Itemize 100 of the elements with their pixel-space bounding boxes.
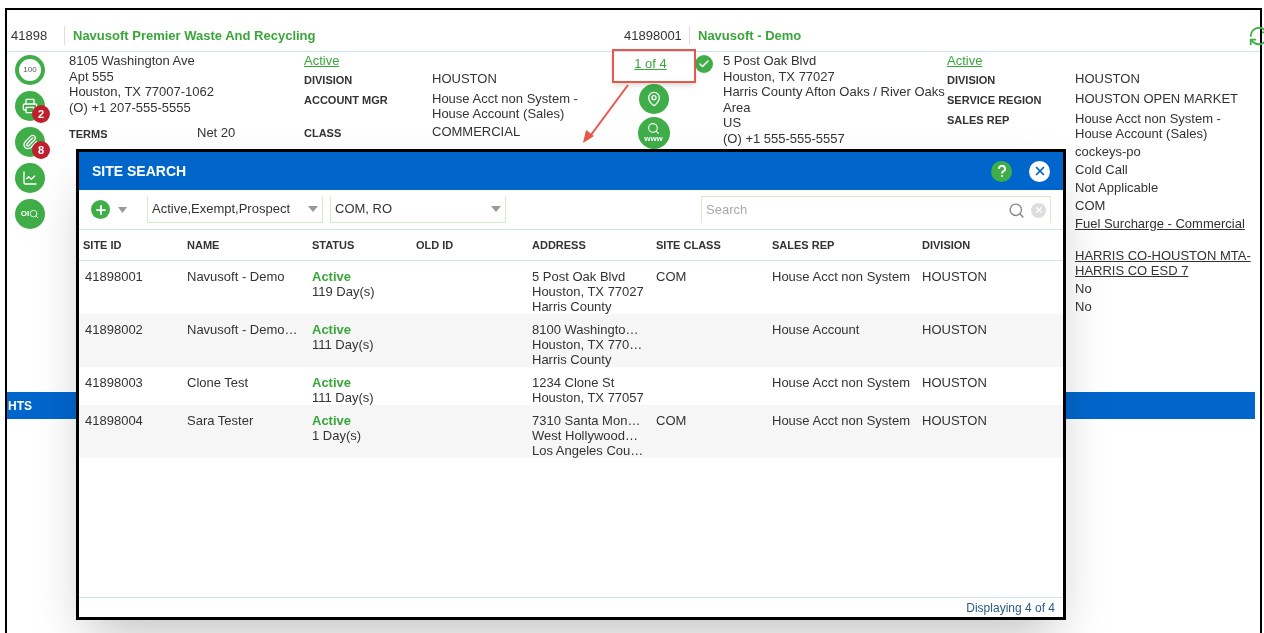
- close-icon[interactable]: [1029, 160, 1050, 182]
- map-icon[interactable]: [638, 83, 669, 114]
- table-cell: Navusoft - Demo…: [183, 313, 308, 367]
- status-text: Active: [312, 268, 353, 284]
- table-cell: Sara Tester: [183, 404, 308, 458]
- value-link[interactable]: Fuel Surcharge - Commercial: [1075, 216, 1255, 231]
- field-value: HOUSTON OPEN MARKET: [1075, 91, 1239, 106]
- table-cell: HOUSTON: [918, 313, 1063, 367]
- table-cell: HOUSTON: [918, 404, 1063, 458]
- field-label: CLASS: [304, 126, 343, 141]
- count-badge: 8: [32, 141, 50, 159]
- filter-dropdown[interactable]: COM, RO: [330, 196, 506, 223]
- site-row[interactable]: 41898003 Clone Test Active 111 Day(s) 1234 Clone St Houston, TX 77057 House Acct non System HOUSTON: [79, 366, 1063, 405]
- address-line: 8100 Washingto…: [532, 321, 640, 337]
- status-age: 119 Day(s): [312, 283, 376, 299]
- address-line: (O) +1 207-555-5555: [69, 99, 192, 115]
- field-value: House Acct non System - House Account (Sales): [1075, 111, 1222, 141]
- field-value: No: [1075, 281, 1093, 296]
- address-line: Houston, TX 77027: [723, 68, 836, 84]
- field-label: TERMS: [69, 127, 109, 142]
- address-line: Harris County: [532, 351, 613, 367]
- search-icon[interactable]: [1008, 201, 1025, 219]
- address-line: 5 Post Oak Blvd: [532, 268, 627, 284]
- field-value: cockeys-po: [1075, 144, 1142, 159]
- field-value: Net 20: [197, 125, 236, 142]
- filter-dropdown[interactable]: Active,Exempt,Prospect: [147, 196, 323, 223]
- table-cell: COM: [656, 412, 687, 428]
- field-value: COMMERCIAL: [432, 124, 522, 139]
- field-value: COM: [1075, 198, 1107, 213]
- address-line: (O) +1 555-555-5557: [723, 130, 846, 146]
- table-cell: 41898003: [79, 366, 183, 405]
- status-age: 111 Day(s): [312, 389, 375, 405]
- add-icon[interactable]: [91, 200, 110, 219]
- address-line: Houston, TX 77057: [532, 389, 645, 405]
- site-row[interactable]: 41898004 Sara Tester Active 1 Day(s) 7310 Santa Mon… West Hollywood… Los Angeles Cou… COM House Acct non System HOUSTON: [79, 404, 1063, 458]
- column-header[interactable]: STATUS: [308, 230, 412, 260]
- field-label: DIVISION: [304, 73, 354, 88]
- search-input[interactable]: Search: [706, 200, 1008, 220]
- address-line: US: [723, 115, 743, 131]
- field-label: DIVISION: [947, 73, 997, 88]
- field-label: SERVICE REGION: [947, 93, 1043, 108]
- address-line: Houston, TX 770…: [532, 336, 644, 352]
- table-cell: COM: [656, 268, 687, 284]
- site-row[interactable]: 41898002 Navusoft - Demo… Active 111 Day(s) 8100 Washingto… Houston, TX 770… Harris County House Account HOUSTON: [79, 313, 1063, 367]
- column-header[interactable]: ADDRESS: [528, 230, 652, 260]
- field-value: No: [1075, 299, 1093, 314]
- address-line: Houston, TX 77027: [532, 283, 645, 299]
- search-field[interactable]: Search: [701, 196, 1051, 223]
- account-name: Navusoft Premier Waste And Recycling: [72, 26, 316, 45]
- score-ring-icon[interactable]: 100: [15, 55, 45, 85]
- address-line: 8105 Washington Ave: [69, 53, 196, 69]
- address-line: West Hollywood…: [532, 427, 639, 443]
- refresh-icon[interactable]: [1248, 24, 1264, 47]
- caret-icon[interactable]: [118, 206, 127, 213]
- column-header[interactable]: SALES REP: [768, 230, 918, 260]
- column-header[interactable]: DIVISION: [918, 230, 1063, 260]
- column-header[interactable]: SITE CLASS: [652, 230, 768, 260]
- table-cell: 41898001: [79, 260, 183, 314]
- count-badge: 2: [32, 105, 50, 123]
- account-id: 41898: [7, 25, 65, 46]
- status-text: Active: [312, 412, 353, 428]
- result-count: Displaying 4 of 4: [966, 599, 1055, 617]
- field-label: SALES REP: [947, 113, 1011, 128]
- table-cell: House Acct non System: [768, 260, 918, 314]
- status-text: Active: [312, 374, 353, 390]
- address-line: Houston, TX 77007-1062: [69, 84, 216, 100]
- table-cell: 41898002: [79, 313, 183, 367]
- table-cell: House Acct non System: [768, 404, 918, 458]
- table-cell: HOUSTON: [918, 260, 1063, 314]
- value-link[interactable]: HARRIS CO-HOUSTON MTA-HARRIS CO ESD 7: [1075, 248, 1255, 278]
- field-label: ACCOUNT MGR: [304, 93, 389, 108]
- column-header[interactable]: OLD ID: [412, 230, 528, 260]
- table-cell: HOUSTON: [918, 366, 1063, 405]
- address-line: 1234 Clone St: [532, 374, 616, 390]
- status-text: Active: [312, 321, 353, 337]
- field-value: HOUSTON: [432, 71, 498, 86]
- table-cell: Navusoft - Demo: [183, 260, 308, 314]
- column-header[interactable]: SITE ID: [79, 230, 183, 260]
- address-line: Harris County: [532, 298, 613, 314]
- status-age: 1 Day(s): [312, 427, 363, 443]
- column-header[interactable]: NAME: [183, 230, 308, 260]
- site-row[interactable]: 41898001 Navusoft - Demo Active 119 Day(s) 5 Post Oak Blvd Houston, TX 77027 Harris County COM House Acct non System HOUSTON: [79, 260, 1063, 314]
- address-line: 7310 Santa Mon…: [532, 412, 642, 428]
- section-title: HTS: [8, 397, 32, 415]
- help-icon[interactable]: [991, 160, 1012, 182]
- status-age: 111 Day(s): [312, 336, 375, 352]
- dialog-title: SITE SEARCH: [92, 161, 187, 181]
- table-cell: Clone Test: [183, 366, 308, 405]
- caret-icon[interactable]: [491, 206, 501, 212]
- field-value: Cold Call: [1075, 162, 1129, 177]
- site-id: 41898001: [620, 25, 690, 46]
- field-value: House Acct non System - House Account (Sales): [432, 91, 579, 121]
- caret-icon[interactable]: [308, 206, 318, 212]
- table-cell: 41898004: [79, 404, 183, 458]
- field-value: HOUSTON: [1075, 71, 1141, 86]
- table-cell: House Acct non System: [768, 366, 918, 405]
- chart-icon[interactable]: [15, 163, 45, 193]
- site-name: Navusoft - Demo: [697, 26, 802, 45]
- address-line: 5 Post Oak Blvd: [723, 53, 818, 69]
- table-cell: House Account: [768, 313, 918, 367]
